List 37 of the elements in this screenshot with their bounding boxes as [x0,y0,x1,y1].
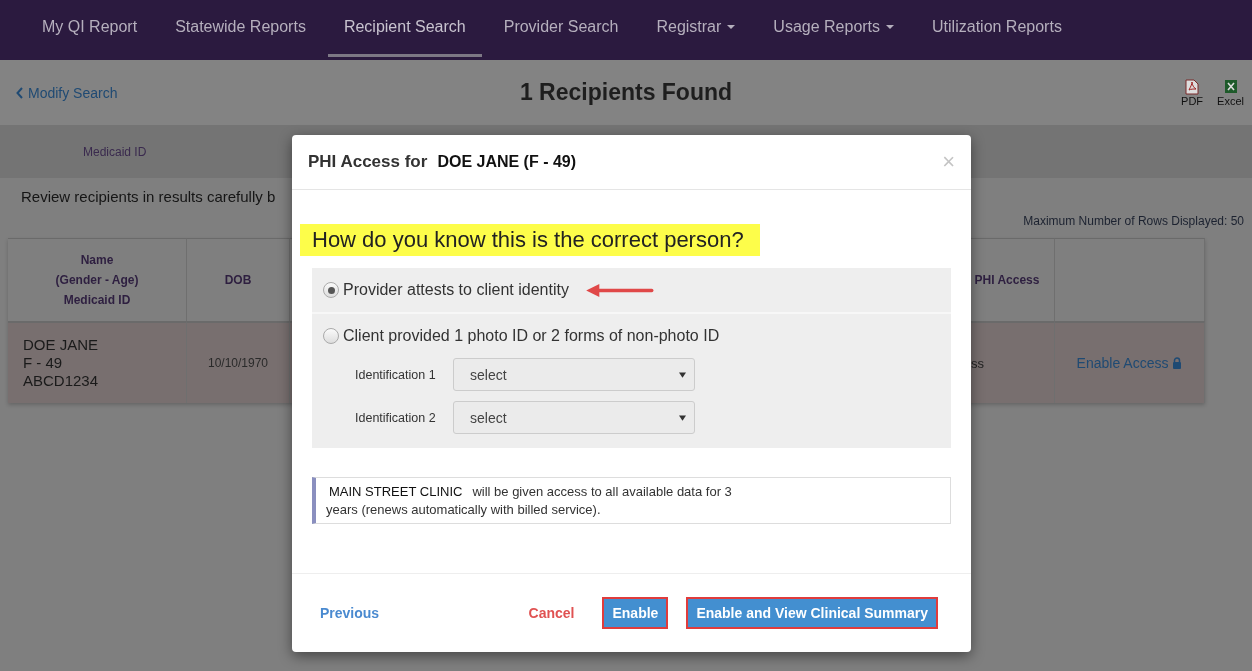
export-link[interactable]: PDF [1181,78,1204,107]
nav-tab[interactable]: Registrar [640,0,752,57]
cancel-link[interactable]: Cancel [528,605,575,621]
table-cell: 10/10/1970 [187,321,290,403]
nav-tab[interactable]: Utilization Reports [916,0,1078,57]
radio-option[interactable]: Provider attests to client identity [323,281,569,299]
column-label: Medicaid ID [83,144,147,159]
field-label: Identification 1 [355,367,437,382]
nav-tab[interactable]: Recipient Search [327,0,482,57]
results-title: 1 Recipients Found [518,79,734,106]
question-heading: How do you know this is the correct person? [300,224,760,256]
export-link[interactable]: Excel [1217,78,1244,107]
caret-icon [679,371,686,378]
info-text: will be given access to all available data for 3 [472,483,732,501]
lock-icon [1172,357,1183,369]
nav-tab[interactable]: Provider Search [487,0,635,57]
table-cell: DOE JANE F - 49 ABCD1234 [8,321,187,403]
radio-button[interactable] [323,282,339,298]
previous-link[interactable]: Previous [320,605,380,621]
spreadsheet-icon [1223,78,1238,95]
nav-tab[interactable]: Usage Reports [757,0,911,57]
field-label: Identification 2 [355,410,437,425]
info-text: years (renews automatically with billed service). [326,501,602,519]
nav-tab[interactable]: My QI Report [26,0,154,57]
radio-option[interactable]: Client provided 1 photo ID or 2 forms of non-photo ID [323,327,720,345]
caret-icon [679,414,686,421]
patient-name: DOE JANE (F - 49) [437,153,577,171]
chevron-left-icon [16,86,24,99]
identification-select[interactable]: select [453,358,695,391]
max-rows-text: Maximum Number of Rows Displayed: 50 [1023,214,1244,228]
identification-select[interactable]: select [453,401,695,434]
radio-button[interactable] [323,328,339,344]
clinic-name: MAIN STREET CLINIC [328,483,463,501]
pdf-file-icon [1185,78,1200,95]
dialog-title: PHI Access for [308,152,428,172]
notice-text: Review recipients in results carefully b [21,187,276,205]
nav-tab[interactable]: Statewide Reports [159,0,322,57]
